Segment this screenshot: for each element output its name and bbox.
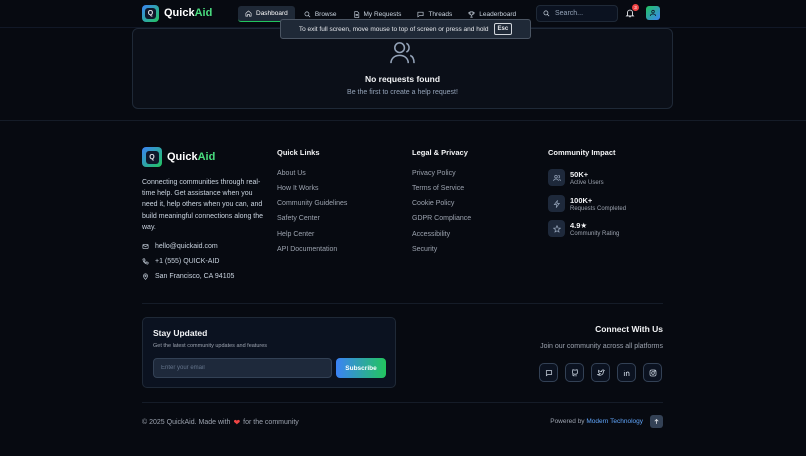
quick-links-title: Quick Links [277,148,320,157]
legal-title: Legal & Privacy [412,148,468,157]
fullscreen-notice: To exit full screen, move mouse to top o… [280,19,531,39]
link-privacy-policy[interactable]: Privacy Policy [412,170,456,177]
location-pin-icon [143,273,148,280]
logo-icon[interactable]: Q [142,5,159,22]
subscribe-button[interactable]: Subscribe [336,358,386,378]
impact-rating-value: 4.9★ [570,221,588,230]
notification-badge: 3 [632,4,639,11]
link-how-it-works[interactable]: How It Works [277,185,319,192]
footer-description: Connecting communities through real-time… [142,179,264,231]
github-icon [571,368,578,376]
mail-icon [142,244,149,249]
link-safety-center[interactable]: Safety Center [277,215,320,222]
footer-brand-name: QuickAid [167,151,216,163]
link-about-us[interactable]: About Us [277,170,306,177]
connect-title: Connect With Us [595,324,663,334]
impact-requests-label: Requests Completed [570,206,627,212]
trophy-icon [468,11,475,17]
email-field[interactable] [153,358,332,378]
social-linkedin[interactable] [617,363,636,382]
impact-rating-tile [548,220,565,237]
section-divider [142,303,663,304]
chat-icon [417,11,424,18]
impact-requests-tile [548,195,565,212]
arrow-up-icon [654,418,659,424]
link-gdpr-compliance[interactable]: GDPR Compliance [412,215,471,222]
impact-users-label: Active Users [570,180,604,186]
scroll-to-top-button[interactable] [650,415,663,428]
impact-rating-label: Community Rating [570,231,620,237]
link-community-guidelines[interactable]: Community Guidelines [277,200,347,207]
social-discord[interactable] [539,363,558,382]
powered-by: Powered by Modern Technology [550,418,643,425]
heart-icon: ❤ [233,418,241,427]
twitter-icon [596,369,605,376]
user-icon [649,9,657,17]
contact-address: San Francisco, CA 94105 [142,273,234,280]
link-terms-of-service[interactable]: Terms of Service [412,185,464,192]
esc-key: Esc [493,23,513,35]
connect-subtitle: Join our community across all platforms [540,343,663,350]
document-icon [353,10,359,18]
link-cookie-policy[interactable]: Cookie Policy [412,200,454,207]
search-icon [304,11,311,17]
search-input[interactable]: Search... [536,5,618,22]
social-github[interactable] [565,363,584,382]
home-icon [245,10,252,17]
social-twitter[interactable] [591,363,610,382]
phone-icon [142,258,149,265]
empty-state-subtitle: Be the first to create a help request! [347,89,458,96]
footer-divider [0,120,806,121]
impact-users-tile [548,169,565,186]
linkedin-icon [623,369,629,376]
powered-by-link[interactable]: Modern Technology [586,418,643,425]
link-accessibility[interactable]: Accessibility [412,231,450,238]
lightning-icon [553,199,560,208]
social-instagram[interactable] [643,363,662,382]
users-icon [390,42,415,64]
avatar[interactable] [646,6,660,20]
footer-logo-icon: Q [142,147,162,167]
discord-icon [545,369,552,376]
impact-requests-value: 100K+ [570,196,593,205]
contact-phone[interactable]: +1 (555) QUICK-AID [142,258,219,265]
empty-state-title: No requests found [364,74,441,84]
impact-users-value: 50K+ [570,170,589,179]
link-api-documentation[interactable]: API Documentation [277,246,337,253]
search-icon [543,10,550,17]
link-help-center[interactable]: Help Center [277,231,314,238]
newsletter-subtitle: Get the latest community updates and fea… [153,343,268,349]
newsletter-title: Stay Updated [153,328,208,338]
users-icon [552,174,561,181]
bottom-divider [142,402,663,403]
contact-email[interactable]: hello@quickaid.com [142,243,218,250]
star-icon [552,224,561,233]
copyright-text: © 2025 QuickAid. Made with ❤ for the com… [142,418,299,427]
link-security[interactable]: Security [412,246,437,253]
instagram-icon [649,369,656,376]
brand-name[interactable]: QuickAid [164,7,212,19]
impact-title: Community Impact [548,148,616,157]
